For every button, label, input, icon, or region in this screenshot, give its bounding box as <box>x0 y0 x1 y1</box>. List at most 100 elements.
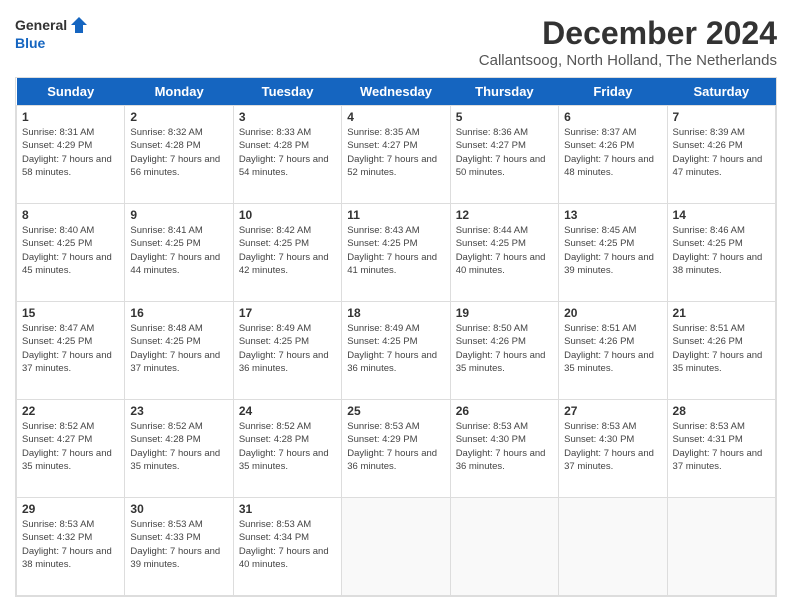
day-info: Sunrise: 8:33 AMSunset: 4:28 PMDaylight:… <box>239 126 336 179</box>
day-number: 29 <box>22 502 119 516</box>
day-info: Sunrise: 8:53 AMSunset: 4:30 PMDaylight:… <box>456 420 553 473</box>
day-info: Sunrise: 8:40 AMSunset: 4:25 PMDaylight:… <box>22 224 119 277</box>
day-number: 5 <box>456 110 553 124</box>
day-number: 10 <box>239 208 336 222</box>
day-cell <box>667 498 775 596</box>
day-cell: 8Sunrise: 8:40 AMSunset: 4:25 PMDaylight… <box>17 204 125 302</box>
day-number: 3 <box>239 110 336 124</box>
day-info: Sunrise: 8:31 AMSunset: 4:29 PMDaylight:… <box>22 126 119 179</box>
day-info: Sunrise: 8:39 AMSunset: 4:26 PMDaylight:… <box>673 126 770 179</box>
day-number: 31 <box>239 502 336 516</box>
day-number: 7 <box>673 110 770 124</box>
header-row: Sunday Monday Tuesday Wednesday Thursday… <box>17 78 776 106</box>
week-row-1: 1 Sunrise: 8:31 AMSunset: 4:29 PMDaylight… <box>17 106 776 204</box>
day-info: Sunrise: 8:47 AMSunset: 4:25 PMDaylight:… <box>22 322 119 375</box>
day-cell: 26 Sunrise: 8:53 AMSunset: 4:30 PMDayligh… <box>450 400 558 498</box>
day-cell: 27 Sunrise: 8:53 AMSunset: 4:30 PMDayligh… <box>559 400 667 498</box>
day-info: Sunrise: 8:46 AMSunset: 4:25 PMDaylight:… <box>673 224 770 277</box>
day-number: 17 <box>239 306 336 320</box>
day-cell: 1 Sunrise: 8:31 AMSunset: 4:29 PMDaylight… <box>17 106 125 204</box>
day-number: 14 <box>673 208 770 222</box>
day-cell: 7 Sunrise: 8:39 AMSunset: 4:26 PMDaylight… <box>667 106 775 204</box>
header: General Blue December 2024 Callantsoog, … <box>15 15 777 69</box>
day-info: Sunrise: 8:37 AMSunset: 4:26 PMDaylight:… <box>564 126 661 179</box>
day-cell: 2Sunrise: 8:32 AMSunset: 4:28 PMDaylight… <box>125 106 233 204</box>
day-info: Sunrise: 8:43 AMSunset: 4:25 PMDaylight:… <box>347 224 444 277</box>
day-info: Sunrise: 8:53 AMSunset: 4:33 PMDaylight:… <box>130 518 227 571</box>
header-friday: Friday <box>559 78 667 106</box>
day-info: Sunrise: 8:48 AMSunset: 4:25 PMDaylight:… <box>130 322 227 375</box>
day-cell: 10 Sunrise: 8:42 AMSunset: 4:25 PMDayligh… <box>233 204 341 302</box>
day-info: Sunrise: 8:41 AMSunset: 4:25 PMDaylight:… <box>130 224 227 277</box>
day-number: 15 <box>22 306 119 320</box>
day-info: Sunrise: 8:42 AMSunset: 4:25 PMDaylight:… <box>239 224 336 277</box>
day-cell <box>450 498 558 596</box>
day-info: Sunrise: 8:53 AMSunset: 4:34 PMDaylight:… <box>239 518 336 571</box>
day-cell: 28Sunrise: 8:53 AMSunset: 4:31 PMDayligh… <box>667 400 775 498</box>
day-cell: 15 Sunrise: 8:47 AMSunset: 4:25 PMDayligh… <box>17 302 125 400</box>
day-number: 6 <box>564 110 661 124</box>
day-cell: 29 Sunrise: 8:53 AMSunset: 4:32 PMDayligh… <box>17 498 125 596</box>
day-number: 11 <box>347 208 444 222</box>
header-sunday: Sunday <box>17 78 125 106</box>
header-saturday: Saturday <box>667 78 775 106</box>
calendar-table: Sunday Monday Tuesday Wednesday Thursday… <box>16 78 776 596</box>
day-cell: 6 Sunrise: 8:37 AMSunset: 4:26 PMDaylight… <box>559 106 667 204</box>
day-number: 20 <box>564 306 661 320</box>
logo: General Blue <box>15 15 89 51</box>
day-info: Sunrise: 8:49 AMSunset: 4:25 PMDaylight:… <box>347 322 444 375</box>
day-number: 22 <box>22 404 119 418</box>
day-number: 28 <box>673 404 770 418</box>
day-number: 24 <box>239 404 336 418</box>
day-number: 27 <box>564 404 661 418</box>
week-row-3: 15 Sunrise: 8:47 AMSunset: 4:25 PMDayligh… <box>17 302 776 400</box>
day-number: 21 <box>673 306 770 320</box>
day-info: Sunrise: 8:36 AMSunset: 4:27 PMDaylight:… <box>456 126 553 179</box>
logo-icon <box>69 15 89 35</box>
day-number: 1 <box>22 110 119 124</box>
day-info: Sunrise: 8:52 AMSunset: 4:28 PMDaylight:… <box>239 420 336 473</box>
header-thursday: Thursday <box>450 78 558 106</box>
week-row-2: 8Sunrise: 8:40 AMSunset: 4:25 PMDaylight… <box>17 204 776 302</box>
header-wednesday: Wednesday <box>342 78 450 106</box>
week-row-5: 29 Sunrise: 8:53 AMSunset: 4:32 PMDayligh… <box>17 498 776 596</box>
day-cell: 19Sunrise: 8:50 AMSunset: 4:26 PMDayligh… <box>450 302 558 400</box>
day-cell: 30Sunrise: 8:53 AMSunset: 4:33 PMDayligh… <box>125 498 233 596</box>
subtitle: Callantsoog, North Holland, The Netherla… <box>479 52 777 69</box>
day-number: 19 <box>456 306 553 320</box>
day-cell: 11 Sunrise: 8:43 AMSunset: 4:25 PMDayligh… <box>342 204 450 302</box>
day-number: 2 <box>130 110 227 124</box>
day-cell <box>559 498 667 596</box>
day-cell: 14 Sunrise: 8:46 AMSunset: 4:25 PMDayligh… <box>667 204 775 302</box>
day-cell: 20 Sunrise: 8:51 AMSunset: 4:26 PMDayligh… <box>559 302 667 400</box>
day-info: Sunrise: 8:52 AMSunset: 4:28 PMDaylight:… <box>130 420 227 473</box>
day-cell: 13Sunrise: 8:45 AMSunset: 4:25 PMDayligh… <box>559 204 667 302</box>
day-cell: 3 Sunrise: 8:33 AMSunset: 4:28 PMDaylight… <box>233 106 341 204</box>
day-info: Sunrise: 8:35 AMSunset: 4:27 PMDaylight:… <box>347 126 444 179</box>
day-cell: 17 Sunrise: 8:49 AMSunset: 4:25 PMDayligh… <box>233 302 341 400</box>
day-number: 26 <box>456 404 553 418</box>
day-info: Sunrise: 8:52 AMSunset: 4:27 PMDaylight:… <box>22 420 119 473</box>
day-info: Sunrise: 8:44 AMSunset: 4:25 PMDaylight:… <box>456 224 553 277</box>
title-section: December 2024 Callantsoog, North Holland… <box>479 15 777 69</box>
day-number: 4 <box>347 110 444 124</box>
day-cell: 23Sunrise: 8:52 AMSunset: 4:28 PMDayligh… <box>125 400 233 498</box>
day-number: 12 <box>456 208 553 222</box>
day-info: Sunrise: 8:51 AMSunset: 4:26 PMDaylight:… <box>673 322 770 375</box>
day-cell: 22 Sunrise: 8:52 AMSunset: 4:27 PMDayligh… <box>17 400 125 498</box>
day-cell: 21 Sunrise: 8:51 AMSunset: 4:26 PMDayligh… <box>667 302 775 400</box>
day-number: 16 <box>130 306 227 320</box>
day-info: Sunrise: 8:53 AMSunset: 4:30 PMDaylight:… <box>564 420 661 473</box>
day-info: Sunrise: 8:45 AMSunset: 4:25 PMDaylight:… <box>564 224 661 277</box>
day-info: Sunrise: 8:49 AMSunset: 4:25 PMDaylight:… <box>239 322 336 375</box>
header-tuesday: Tuesday <box>233 78 341 106</box>
day-cell: 25Sunrise: 8:53 AMSunset: 4:29 PMDayligh… <box>342 400 450 498</box>
day-info: Sunrise: 8:53 AMSunset: 4:32 PMDaylight:… <box>22 518 119 571</box>
day-number: 18 <box>347 306 444 320</box>
calendar: Sunday Monday Tuesday Wednesday Thursday… <box>15 77 777 597</box>
day-number: 25 <box>347 404 444 418</box>
day-info: Sunrise: 8:51 AMSunset: 4:26 PMDaylight:… <box>564 322 661 375</box>
day-cell: 16 Sunrise: 8:48 AMSunset: 4:25 PMDayligh… <box>125 302 233 400</box>
day-cell: 4 Sunrise: 8:35 AMSunset: 4:27 PMDaylight… <box>342 106 450 204</box>
day-number: 9 <box>130 208 227 222</box>
